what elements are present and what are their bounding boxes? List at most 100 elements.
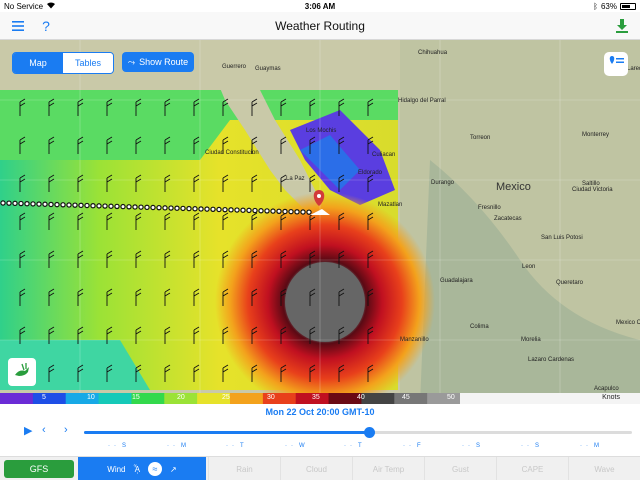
scale-tick-label: 30 — [267, 394, 275, 401]
tab-cloud[interactable]: Cloud — [280, 457, 352, 480]
scale-tick-label: 20 — [177, 394, 185, 401]
tab-air-temp[interactable]: Air Temp — [352, 457, 424, 480]
model-gfs-button[interactable]: GFS — [4, 460, 74, 478]
scale-swatch — [361, 393, 396, 404]
timeline-day-label: S — [476, 443, 481, 449]
bottom-toolbar: GFS Wind ᾎ ≈ ↗ Rain Cloud Air Temp Gust CAPE… — [0, 456, 640, 480]
route-waypoint — [204, 206, 210, 212]
tab-wind[interactable]: Wind ᾎ ≈ ↗ — [78, 457, 206, 480]
route-icon: ⤳ — [127, 56, 136, 67]
view-toggle[interactable]: Map Tables — [12, 52, 114, 74]
speed-toggle-button[interactable] — [8, 358, 36, 386]
route-waypoint — [270, 208, 276, 214]
scale-tick-label: 50 — [447, 394, 455, 401]
show-route-button[interactable]: ⤳ Show Route — [122, 52, 194, 72]
place-label: Monterrey — [582, 132, 610, 138]
timeline: Mon 22 Oct 20:00 GMT-10 ▶ ‹ › S · · M · · T · · W… — [0, 404, 640, 456]
route-waypoint — [210, 206, 216, 212]
timeline-slider[interactable] — [84, 427, 632, 438]
wind-streamline-icon[interactable]: ≈ — [148, 462, 163, 476]
map-canvas[interactable] — [0, 40, 640, 404]
place-label: Mexico — [496, 181, 531, 193]
step-back-icon[interactable]: ‹ — [42, 424, 46, 436]
route-waypoint — [78, 202, 84, 209]
tables-view-button[interactable]: Tables — [63, 53, 113, 73]
route-waypoint — [72, 202, 78, 208]
route-waypoint — [288, 208, 294, 215]
route-waypoint — [0, 200, 6, 206]
play-icon[interactable]: ▶ — [24, 424, 32, 437]
route-waypoint — [48, 201, 54, 208]
step-forward-icon[interactable]: › — [64, 424, 68, 436]
timeline-day-label: M — [181, 443, 186, 449]
place-label: Eldorado — [358, 170, 383, 176]
weather-map[interactable]: ChihuahuaGuerreroGuaymasNuevo LaredoHida… — [0, 40, 640, 404]
place-label: Manzanillo — [400, 337, 429, 343]
rabbit-icon — [13, 362, 31, 382]
place-label: Colima — [470, 324, 489, 330]
place-label: Lazaro Cardenas — [528, 357, 575, 363]
route-waypoint — [90, 202, 96, 209]
timeline-tick: · — [403, 443, 405, 449]
route-waypoint — [276, 208, 282, 214]
route-waypoint — [156, 204, 162, 211]
timeline-tick: · — [108, 443, 110, 449]
wind-arrow-icon: ↗ — [170, 464, 177, 474]
wind-scale-bar: 5 10 15 20 25 30 35 40 45 50 Knots — [0, 393, 640, 404]
timeline-date-label: Mon 22 Oct 20:00 GMT-10 — [265, 407, 375, 417]
route-waypoint — [132, 204, 138, 210]
route-waypoint — [168, 205, 174, 211]
clock-label: 3:06 AM — [304, 1, 336, 11]
timeline-day-label: W — [299, 443, 305, 449]
tab-rain[interactable]: Rain — [208, 457, 280, 480]
wind-tab-label: Wind — [107, 464, 126, 474]
route-waypoint — [252, 207, 258, 214]
route-waypoint — [240, 207, 246, 213]
route-waypoint — [36, 201, 42, 207]
timeline-tick: · — [344, 443, 346, 449]
route-waypoint — [108, 203, 114, 209]
timeline-tick: · — [285, 443, 287, 449]
tab-cape[interactable]: CAPE — [496, 457, 568, 480]
place-label: Guaymas — [255, 66, 281, 72]
route-waypoint — [150, 204, 156, 211]
route-waypoint — [114, 203, 120, 210]
place-label: Los Mochis — [306, 128, 337, 134]
timeline-tick: · — [167, 443, 169, 449]
route-waypoint — [234, 207, 240, 213]
route-waypoint — [30, 201, 36, 207]
place-label: Ciudad Constitucion — [205, 150, 259, 156]
place-label: Fresnillo — [478, 205, 501, 211]
legend-button[interactable] — [604, 52, 628, 76]
timeline-day-label: F — [417, 443, 421, 449]
route-waypoint — [66, 202, 72, 208]
route-waypoint — [192, 206, 198, 212]
route-waypoint — [102, 203, 108, 209]
route-waypoint — [84, 202, 90, 209]
timeline-tick: · — [350, 443, 352, 449]
tab-gust[interactable]: Gust — [424, 457, 496, 480]
scale-swatch — [0, 393, 34, 404]
timeline-day-label: T — [358, 443, 362, 449]
download-icon[interactable] — [612, 16, 632, 36]
scale-unit-label: Knots — [602, 394, 620, 401]
timeline-days: S · · M · · T · · W · · T · · F · · S · · S · · M · · — [0, 443, 640, 453]
route-waypoint — [162, 205, 168, 211]
scale-tick-label: 5 — [42, 394, 46, 401]
route-waypoint — [246, 207, 252, 214]
place-label: Chihuahua — [418, 50, 448, 56]
place-label: Mexico City — [616, 320, 640, 326]
status-bar: No Service 3:06 AM ᛒ 63% — [0, 0, 640, 12]
route-waypoint — [120, 203, 126, 210]
route-waypoint — [54, 201, 60, 208]
timeline-knob[interactable] — [363, 427, 375, 438]
route-waypoint — [198, 206, 204, 212]
map-view-button[interactable]: Map — [13, 53, 63, 73]
route-waypoint — [222, 206, 228, 213]
place-label: Ciudad Victoria — [572, 187, 613, 193]
tab-wave[interactable]: Wave — [568, 457, 640, 480]
battery-icon — [620, 2, 636, 10]
timeline-tick: · — [521, 443, 523, 449]
page-title: Weather Routing — [275, 18, 365, 33]
pin-list-icon — [608, 55, 624, 73]
